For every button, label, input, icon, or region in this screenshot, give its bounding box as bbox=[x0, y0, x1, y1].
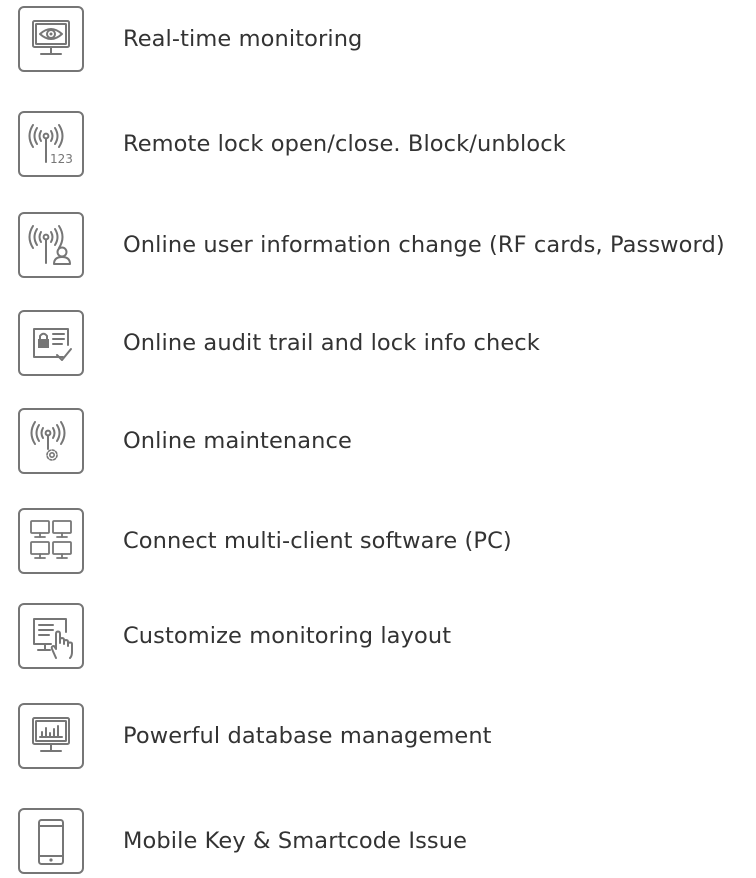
feature-item-online-user-info: Online user information change (RF cards… bbox=[18, 212, 756, 282]
feature-item-database-management: Powerful database management bbox=[18, 703, 756, 773]
feature-label: Online maintenance bbox=[123, 428, 352, 454]
feature-item-real-time-monitoring: Real-time monitoring bbox=[18, 6, 756, 76]
feature-item-multi-client: Connect multi-client software (PC) bbox=[18, 508, 756, 578]
antenna-user-icon bbox=[18, 212, 84, 278]
feature-label: Powerful database management bbox=[123, 723, 492, 749]
feature-label: Connect multi-client software (PC) bbox=[123, 528, 512, 554]
feature-item-mobile-key: Mobile Key & Smartcode Issue bbox=[18, 808, 756, 878]
antenna-gear-icon bbox=[18, 408, 84, 474]
feature-item-audit-trail: Online audit trail and lock info check bbox=[18, 310, 756, 380]
feature-item-customize-layout: Customize monitoring layout bbox=[18, 603, 756, 673]
smartphone-icon bbox=[18, 808, 84, 874]
feature-label: Customize monitoring layout bbox=[123, 623, 452, 649]
feature-item-remote-lock: 123 Remote lock open/close. Block/unbloc… bbox=[18, 111, 756, 181]
lock-list-check-icon bbox=[18, 310, 84, 376]
feature-list: Real-time monitoring 123 Remote lock ope… bbox=[0, 0, 756, 877]
monitor-hand-icon bbox=[18, 603, 84, 669]
antenna-numbers-icon: 123 bbox=[18, 111, 84, 177]
monitor-eye-icon bbox=[18, 6, 84, 72]
feature-label: Remote lock open/close. Block/unblock bbox=[123, 131, 566, 157]
feature-label: Real-time monitoring bbox=[123, 26, 363, 52]
feature-item-online-maintenance: Online maintenance bbox=[18, 408, 756, 478]
feature-label: Online user information change (RF cards… bbox=[123, 232, 725, 258]
feature-label: Online audit trail and lock info check bbox=[123, 330, 540, 356]
multi-monitor-icon bbox=[18, 508, 84, 574]
monitor-chart-icon bbox=[18, 703, 84, 769]
feature-label: Mobile Key & Smartcode Issue bbox=[123, 828, 468, 854]
svg-text:123: 123 bbox=[50, 152, 73, 166]
